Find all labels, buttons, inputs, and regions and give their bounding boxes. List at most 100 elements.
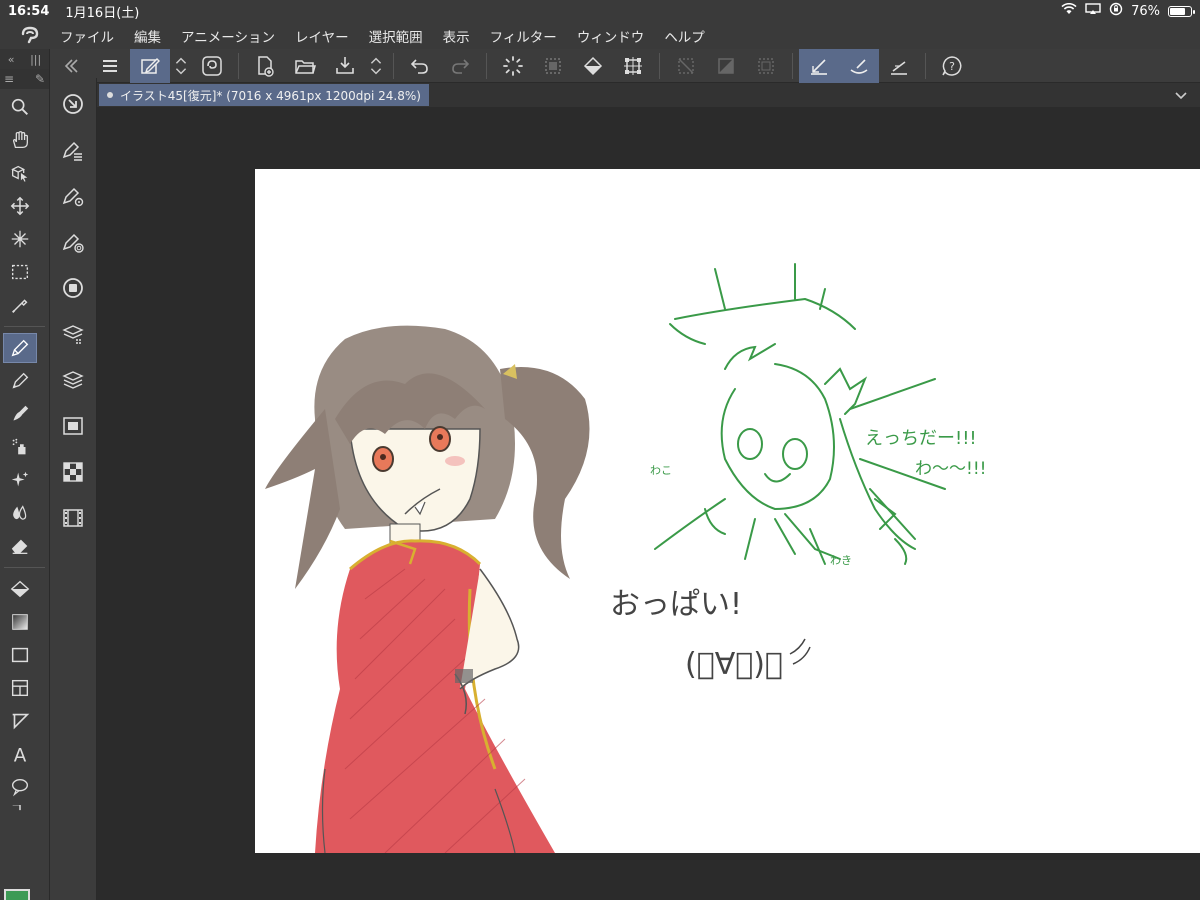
document-tab-bar: イラスト45[復元]* (7016 x 4961px 1200dpi 24.8%… [97, 83, 1200, 107]
divider [4, 567, 45, 568]
object-tool-icon[interactable] [0, 158, 40, 188]
svg-text:?: ? [949, 60, 955, 73]
tool-settings-icon[interactable] [50, 176, 96, 216]
material-palette-icon[interactable] [50, 452, 96, 492]
correct-line-tool-icon[interactable] [0, 805, 40, 819]
sub-tool-panel [50, 78, 97, 900]
menu-bar: ファイル 編集 アニメーション レイヤー 選択範囲 表示 フィルター ウィンドウ… [0, 22, 1200, 49]
main-color-chip[interactable] [4, 889, 30, 900]
divider [925, 52, 926, 79]
clip-studio-icon[interactable] [192, 49, 232, 83]
edit-mode-icon[interactable] [130, 48, 170, 83]
color-chips[interactable] [2, 889, 48, 900]
pencil-tool-icon[interactable] [0, 366, 40, 396]
menu-view[interactable]: 表示 [443, 26, 470, 46]
status-right: 76% [1061, 2, 1195, 20]
drag-handle-icon[interactable]: ||| [30, 53, 41, 66]
spinner-updown-icon[interactable] [170, 49, 192, 83]
zoom-tool-icon[interactable] [0, 92, 40, 122]
redo-icon[interactable] [440, 49, 480, 83]
gradient-tool-icon[interactable] [0, 607, 40, 637]
status-bar: 16:54 1月16日(土) 76% [0, 0, 1200, 22]
girl-sketch [265, 325, 590, 853]
sub-tool-toggle-icon[interactable]: ✎ [35, 72, 45, 86]
fill-bucket-icon[interactable] [573, 49, 613, 83]
motion-lines [789, 638, 811, 665]
blend-tool-icon[interactable] [0, 498, 40, 528]
grid-snap-icon[interactable] [879, 49, 919, 83]
selection-dots-icon[interactable] [533, 49, 573, 83]
loading-spinner-icon[interactable] [493, 49, 533, 83]
unsaved-dot-icon [107, 92, 113, 98]
clip-studio-app: 16:54 1月16日(土) 76% ファイル 編集 アニメーション レイヤー … [0, 0, 1200, 900]
drawing-canvas[interactable]: えっちだー!!! わ〜〜!!! わこ わき おっぱい! (ﾟ∀ﾟ)。 [255, 169, 1200, 853]
auto-select-tool-icon[interactable] [0, 224, 40, 254]
layer-palette-icon[interactable] [50, 360, 96, 400]
layer-property-icon[interactable] [50, 314, 96, 354]
color-wheel-icon[interactable] [50, 268, 96, 308]
handwriting-line-2: (ﾟ∀ﾟ)。 [685, 647, 783, 682]
palette-menu-icon[interactable]: ≡ [4, 72, 14, 86]
divider [393, 52, 394, 79]
wifi-icon [1061, 2, 1077, 19]
brush-tool-icon[interactable] [0, 399, 40, 429]
chevron-down-icon[interactable] [1174, 86, 1188, 105]
navigator-icon[interactable] [50, 406, 96, 446]
menu-layer[interactable]: レイヤー [295, 26, 349, 46]
decoration-tool-icon[interactable] [0, 465, 40, 495]
orientation-lock-icon [1109, 2, 1123, 20]
frame-border-tool-icon[interactable] [0, 673, 40, 703]
brush-size-icon[interactable] [50, 222, 96, 262]
text-tool-icon[interactable]: A [0, 739, 40, 769]
ruler-snap-icon[interactable] [799, 48, 839, 83]
airbrush-tool-icon[interactable] [0, 432, 40, 462]
collapse-panel-icon[interactable]: « [8, 53, 15, 66]
ruler-tool-icon[interactable] [0, 706, 40, 736]
app-logo-icon[interactable] [0, 26, 60, 46]
special-ruler-snap-icon[interactable] [839, 48, 879, 83]
open-folder-icon[interactable] [285, 49, 325, 83]
tool-property-icon[interactable] [50, 84, 96, 124]
pen-tool-icon[interactable] [3, 333, 37, 363]
handwriting-line-1: おっぱい! [610, 587, 742, 622]
save-icon[interactable] [325, 49, 365, 83]
transform-icon[interactable] [613, 49, 653, 83]
svg-text:A: A [14, 745, 27, 765]
clear-selection-icon[interactable] [666, 49, 706, 83]
help-icon[interactable]: ? [932, 49, 972, 83]
menu-filter[interactable]: フィルター [490, 26, 557, 46]
invert-selection-icon[interactable] [706, 49, 746, 83]
battery-icon [1168, 5, 1195, 17]
green-exclaim-1: えっちだー!!! [865, 428, 977, 449]
canvas-workspace[interactable]: えっちだー!!! わ〜〜!!! わこ わき おっぱい! (ﾟ∀ﾟ)。 [97, 107, 1200, 900]
green-small-2: わき [830, 554, 852, 567]
undo-icon[interactable] [400, 49, 440, 83]
menu-help[interactable]: ヘルプ [664, 26, 705, 46]
menu-file[interactable]: ファイル [60, 26, 114, 46]
divider [4, 326, 45, 327]
select-area-icon[interactable] [746, 49, 786, 83]
hand-tool-icon[interactable] [0, 125, 40, 155]
eyedropper-tool-icon[interactable] [0, 290, 40, 320]
move-layer-tool-icon[interactable] [0, 191, 40, 221]
menu-selection[interactable]: 選択範囲 [369, 26, 423, 46]
fill-tool-icon[interactable] [0, 574, 40, 604]
tool-palette-header: « ||| [0, 49, 49, 69]
new-file-icon[interactable] [245, 49, 285, 83]
balloon-tool-icon[interactable] [0, 772, 40, 802]
figure-tool-icon[interactable] [0, 640, 40, 670]
status-date: 1月16日(土) [65, 5, 140, 21]
green-exclaim-2: わ〜〜!!! [915, 459, 986, 479]
sub-tool-detail-icon[interactable] [50, 130, 96, 170]
screen-mirror-icon [1085, 3, 1101, 19]
selection-tool-icon[interactable] [0, 257, 40, 287]
save-options-updown-icon[interactable] [365, 49, 387, 83]
green-small-1: わこ [650, 464, 672, 477]
divider [659, 52, 660, 79]
menu-edit[interactable]: 編集 [134, 26, 161, 46]
eraser-tool-icon[interactable] [0, 531, 40, 561]
menu-animation[interactable]: アニメーション [181, 26, 275, 46]
timeline-icon[interactable] [50, 498, 96, 538]
document-tab[interactable]: イラスト45[復元]* (7016 x 4961px 1200dpi 24.8%… [99, 84, 429, 106]
menu-window[interactable]: ウィンドウ [577, 26, 645, 46]
